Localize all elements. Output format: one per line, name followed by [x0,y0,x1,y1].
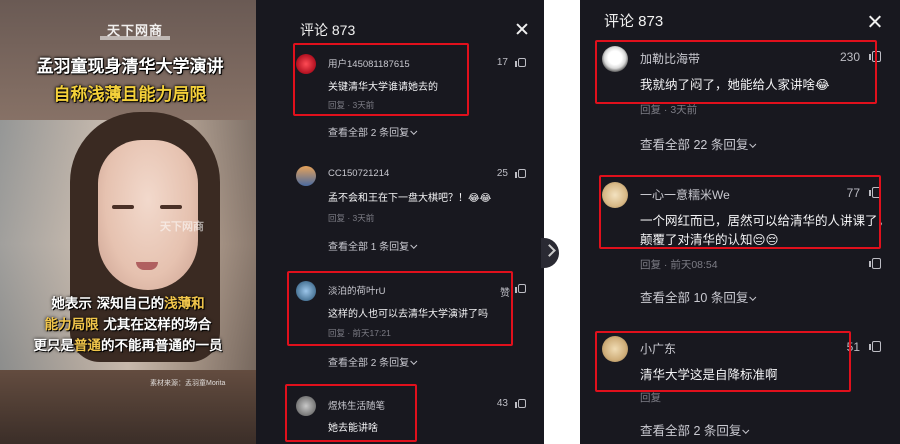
video-title-line2: 自称浅薄且能力局限 [53,85,207,105]
view-replies-link[interactable]: 查看全部 2 条回复 [328,124,418,139]
chevron-down-icon [749,140,757,148]
video-title-line1: 孟羽童现身清华大学演讲 [36,57,224,77]
comment-count-header: 评论 873 [604,13,664,30]
view-replies-link[interactable]: 查看全部 22 条回复 [640,134,757,153]
subtitle-text: 尤其在这样的场合 [98,317,212,333]
view-replies-link[interactable]: 查看全部 2 条回复 [328,354,418,369]
close-icon[interactable] [514,22,528,36]
subtitle-highlight: 能力局限 [44,317,99,333]
view-replies-label: 查看全部 2 条回复 [640,424,742,438]
close-icon[interactable] [866,14,881,29]
view-replies-label: 查看全部 22 条回复 [640,138,749,152]
highlight-box [287,271,513,346]
comment-meta[interactable]: 回复 · 3天前 [328,212,374,224]
view-replies-label: 查看全部 2 条回复 [328,358,410,369]
video-credit: 素材来源：孟羽童Morita [150,380,226,387]
subtitle-highlight: 普通 [74,338,101,354]
view-replies-label: 查看全部 2 条回复 [328,128,410,139]
comment-panel-left[interactable]: 评论 873 用户145081187615 关键清华大学谁请她去的 回复 · 3… [256,0,544,444]
comment-meta[interactable]: 回复 [640,390,661,405]
avatar[interactable] [296,166,316,186]
video-logo-underline [100,36,170,40]
like-icon[interactable] [869,341,881,352]
video-watermark: 天下网商 [160,221,204,233]
highlight-box [293,43,469,116]
chevron-down-icon [410,241,418,249]
video-frame[interactable]: 天下网商 孟羽童现身清华大学演讲 自称浅薄且能力局限 天下网商 她表示 深知自己… [0,0,256,444]
highlight-box [285,384,417,442]
highlight-box [595,331,851,392]
video-person-eye [112,205,134,209]
view-replies-link[interactable]: 查看全部 1 条回复 [328,238,418,253]
chevron-down-icon [410,357,418,365]
video-person-eye [160,205,182,209]
chevron-down-icon [742,426,750,434]
view-replies-label: 查看全部 10 条回复 [640,291,749,305]
comment-meta[interactable]: 回复 · 3天前 [640,102,697,117]
like-count: 17 [496,57,508,68]
like-count: 25 [496,168,508,179]
like-icon[interactable] [515,169,526,178]
like-icon[interactable] [515,58,526,67]
chevron-right-icon [543,244,556,257]
view-replies-link[interactable]: 查看全部 2 条回复 [640,420,750,439]
comment-username[interactable]: CC150721214 [328,168,389,179]
view-replies-label: 查看全部 1 条回复 [328,242,410,253]
video-subtitle: 她表示 深知自己的浅薄和 能力局限 尤其在这样的场合 更只是普通的不能再普通的一… [14,294,242,357]
chevron-down-icon [410,127,418,135]
comment-text: 孟不会和王在下一盘大棋吧？！😂😂 [328,193,492,204]
subtitle-text: 的不能再普通的一员 [101,338,223,354]
subtitle-highlight: 浅薄和 [164,296,205,312]
comment-count-header: 评论 873 [300,22,356,38]
highlight-box [595,40,877,104]
like-count: 43 [496,398,508,409]
panel-gap [544,0,580,444]
comment-panel-right[interactable]: 评论 873 加勒比海带 我就纳了闷了，她能给人家讲啥😂 回复 · 3天前 23… [580,0,900,444]
subtitle-text: 她表示 深知自己的 [51,296,165,312]
subtitle-text: 更只是 [33,338,75,354]
dislike-icon[interactable] [869,258,881,269]
highlight-box [599,175,881,249]
view-replies-link[interactable]: 查看全部 10 条回复 [640,287,757,306]
like-icon[interactable] [515,284,526,293]
chevron-down-icon [749,293,757,301]
comment-meta[interactable]: 回复 · 前天08:54 [640,257,718,272]
like-icon[interactable] [515,399,526,408]
